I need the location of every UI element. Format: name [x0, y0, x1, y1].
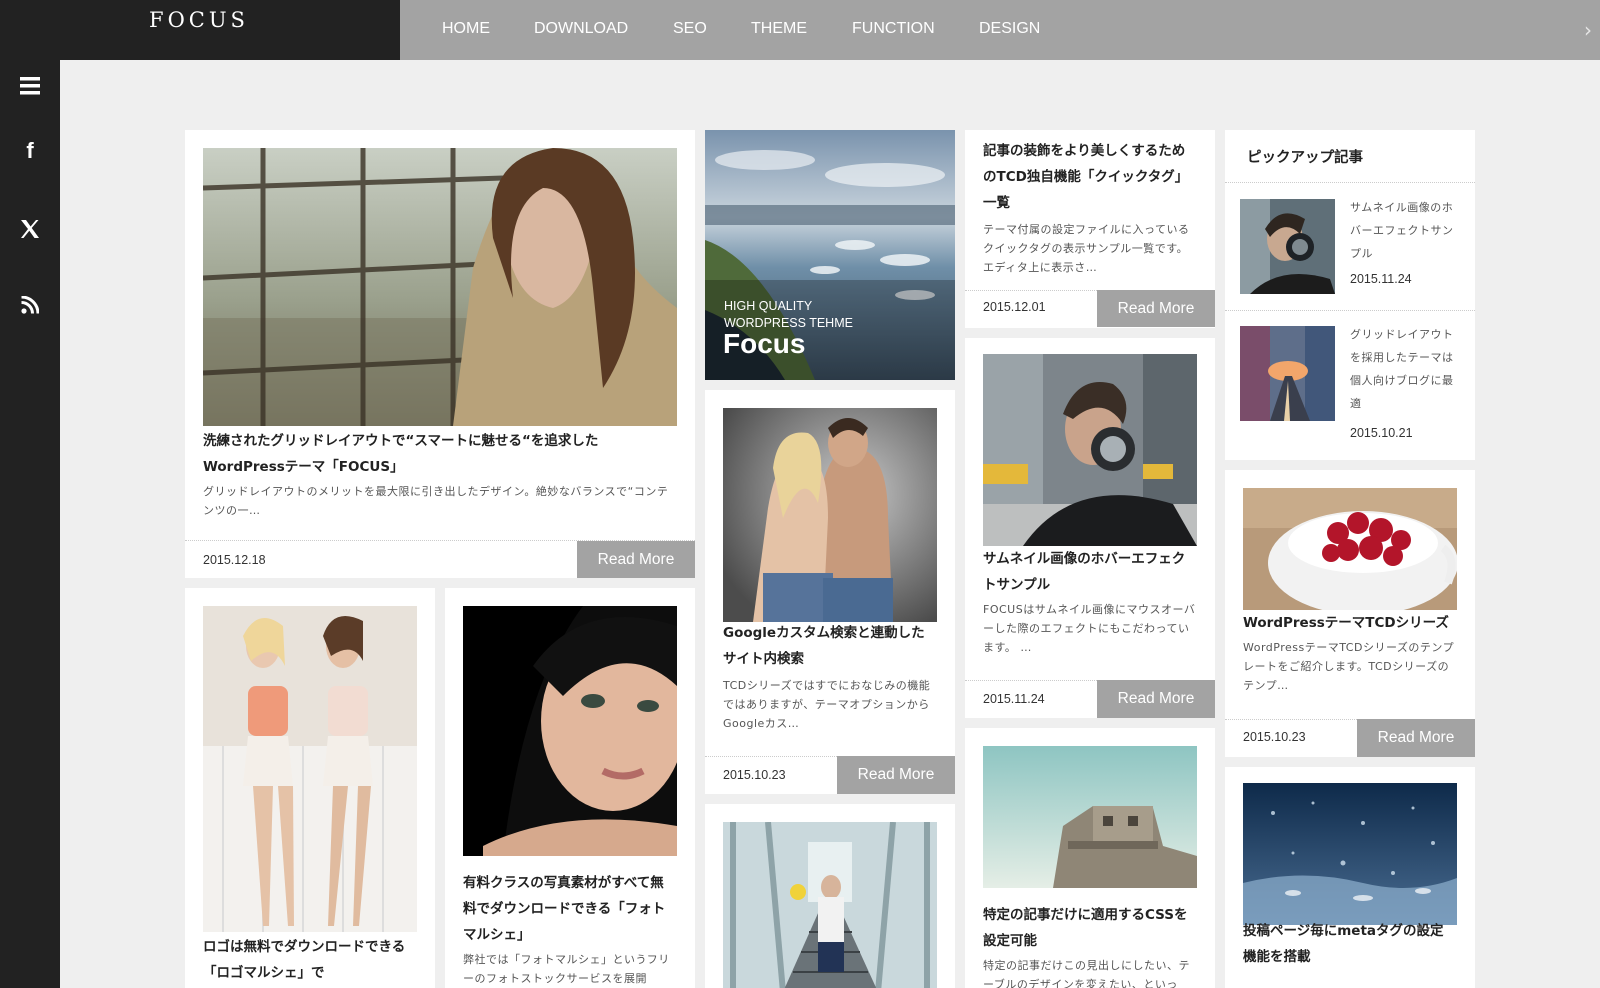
post-excerpt: 弊社では「フォトマルシェ」というフリーのフォトストックサービスを展開	[463, 953, 670, 985]
banner-tagline: HIGH QUALITY WORDPRESS TEHME	[724, 298, 853, 332]
post-excerpt: TCDシリーズではすでにおなじみの機能ではありますが、テーマオプションからGoo…	[723, 679, 931, 730]
pickup-item-date: 2015.10.21	[1350, 426, 1413, 440]
rss-icon[interactable]	[0, 295, 60, 318]
pickup-thumbnail[interactable]	[1240, 326, 1335, 421]
logo-area: FOCUS	[0, 0, 400, 60]
post-thumbnail[interactable]	[203, 606, 417, 932]
post-card-tcd-series[interactable]: WordPressテーマTCDシリーズ WordPressテーマTCDシリーズの…	[1225, 470, 1475, 757]
post-title[interactable]: Googleカスタム検索と連動したサイト内検索	[723, 620, 937, 672]
divider	[1225, 310, 1475, 311]
pickup-widget: ピックアップ記事 サムネイル画像のホバーエフェクトサンプル 2015.11.24…	[1225, 130, 1475, 460]
post-title[interactable]: 記事の装飾をより美しくするためのTCD独自機能「クイックタグ」一覧	[983, 138, 1198, 216]
post-card-quicktag[interactable]: 記事の装飾をより美しくするためのTCD独自機能「クイックタグ」一覧 テーマ付属の…	[965, 130, 1215, 328]
post-excerpt: グリッドレイアウトのメリットを最大限に引き出したデザイン。絶妙なバランスで“コン…	[203, 485, 669, 517]
post-thumbnail[interactable]	[1243, 783, 1457, 925]
read-more-button[interactable]: Read More	[577, 541, 695, 578]
banner-focus[interactable]: HIGH QUALITY WORDPRESS TEHME Focus	[705, 130, 955, 380]
post-title[interactable]: WordPressテーマTCDシリーズ	[1243, 610, 1457, 636]
pickup-item-title[interactable]: グリッドレイアウトを採用したテーマは個人向けブログに最適	[1350, 323, 1462, 415]
pickup-heading: ピックアップ記事	[1247, 150, 1363, 166]
post-card-logo-marche[interactable]: ロゴは無料でダウンロードできる「ロゴマルシェ」で	[185, 588, 435, 988]
nav-function[interactable]: FUNCTION	[852, 20, 935, 38]
pickup-item-title[interactable]: サムネイル画像のホバーエフェクトサンプル	[1350, 196, 1462, 265]
post-thumbnail[interactable]	[983, 746, 1197, 888]
read-more-button[interactable]: Read More	[1357, 719, 1475, 757]
post-card-hover-effect[interactable]: サムネイル画像のホバーエフェクトサンプル FOCUSはサムネイル画像にマウスオー…	[965, 338, 1215, 718]
left-sidebar: f	[0, 60, 60, 988]
banner-title: Focus	[723, 328, 806, 359]
menu-icon[interactable]	[0, 77, 60, 99]
post-date: 2015.12.18	[203, 553, 266, 567]
post-card-google-search[interactable]: Googleカスタム検索と連動したサイト内検索 TCDシリーズではすでにおなじみ…	[705, 390, 955, 794]
post-thumbnail[interactable]	[983, 354, 1197, 546]
banner-line1: HIGH QUALITY	[724, 299, 813, 313]
chevron-right-icon[interactable]: ›	[1584, 18, 1592, 42]
post-card-custom-css[interactable]: 特定の記事だけに適用するCSSを設定可能 特定の記事だけこの見出しにしたい、テー…	[965, 728, 1215, 988]
post-card-bridge[interactable]	[705, 804, 955, 988]
read-more-button[interactable]: Read More	[1097, 680, 1215, 718]
facebook-icon[interactable]: f	[0, 138, 60, 164]
post-title[interactable]: 有料クラスの写真素材がすべて無料でダウンロードできる「フォトマルシェ」	[463, 870, 677, 948]
post-title[interactable]: サムネイル画像のホバーエフェクトサンプル	[983, 546, 1197, 598]
post-thumbnail[interactable]	[723, 822, 937, 988]
post-date: 2015.10.23	[1243, 730, 1306, 744]
post-thumbnail[interactable]	[723, 408, 937, 622]
post-excerpt: FOCUSはサムネイル画像にマウスオーバーした際のエフェクトにもこだわっています…	[983, 603, 1196, 654]
nav-home[interactable]: HOME	[442, 20, 490, 38]
nav-design[interactable]: DESIGN	[979, 20, 1040, 38]
post-card-focus[interactable]: 洗練されたグリッドレイアウトで“スマートに魅せる“を追求したWordPressテ…	[185, 130, 695, 578]
post-excerpt: WordPressテーマTCDシリーズのテンプレートをご紹介します。TCDシリー…	[1243, 641, 1455, 692]
divider	[1225, 182, 1475, 183]
post-thumbnail[interactable]	[203, 148, 677, 426]
post-excerpt: 特定の記事だけこの見出しにしたい、テーブルのデザインを変えたい、といっ	[983, 959, 1190, 988]
site-logo[interactable]: FOCUS	[149, 8, 249, 32]
top-navigation: HOME DOWNLOAD SEO THEME FUNCTION DESIGN …	[400, 0, 1600, 60]
pickup-item-date: 2015.11.24	[1350, 272, 1412, 286]
nav-seo[interactable]: SEO	[673, 20, 707, 38]
post-title[interactable]: 投稿ページ毎にmetaタグの設定機能を搭載	[1243, 918, 1457, 970]
post-title[interactable]: 特定の記事だけに適用するCSSを設定可能	[983, 902, 1197, 954]
nav-download[interactable]: DOWNLOAD	[534, 20, 628, 38]
post-card-meta-tag[interactable]: 投稿ページ毎にmetaタグの設定機能を搭載	[1225, 767, 1475, 988]
read-more-button[interactable]: Read More	[1097, 290, 1215, 327]
post-date: 2015.12.01	[983, 300, 1046, 314]
nav-theme[interactable]: THEME	[751, 20, 807, 38]
post-thumbnail[interactable]	[1243, 488, 1457, 610]
post-thumbnail[interactable]	[463, 606, 677, 856]
x-icon[interactable]	[0, 219, 60, 243]
post-date: 2015.10.23	[723, 768, 786, 782]
post-date: 2015.11.24	[983, 692, 1045, 706]
pickup-thumbnail[interactable]	[1240, 199, 1335, 294]
post-title[interactable]: ロゴは無料でダウンロードできる「ロゴマルシェ」で	[203, 934, 417, 986]
post-card-photo-marche[interactable]: 有料クラスの写真素材がすべて無料でダウンロードできる「フォトマルシェ」 弊社では…	[445, 588, 695, 988]
post-excerpt: テーマ付属の設定ファイルに入っているクイックタグの表示サンプル一覧です。エディタ…	[983, 223, 1190, 274]
post-title[interactable]: 洗練されたグリッドレイアウトで“スマートに魅せる“を追求したWordPressテ…	[203, 428, 677, 480]
read-more-button[interactable]: Read More	[837, 756, 955, 794]
